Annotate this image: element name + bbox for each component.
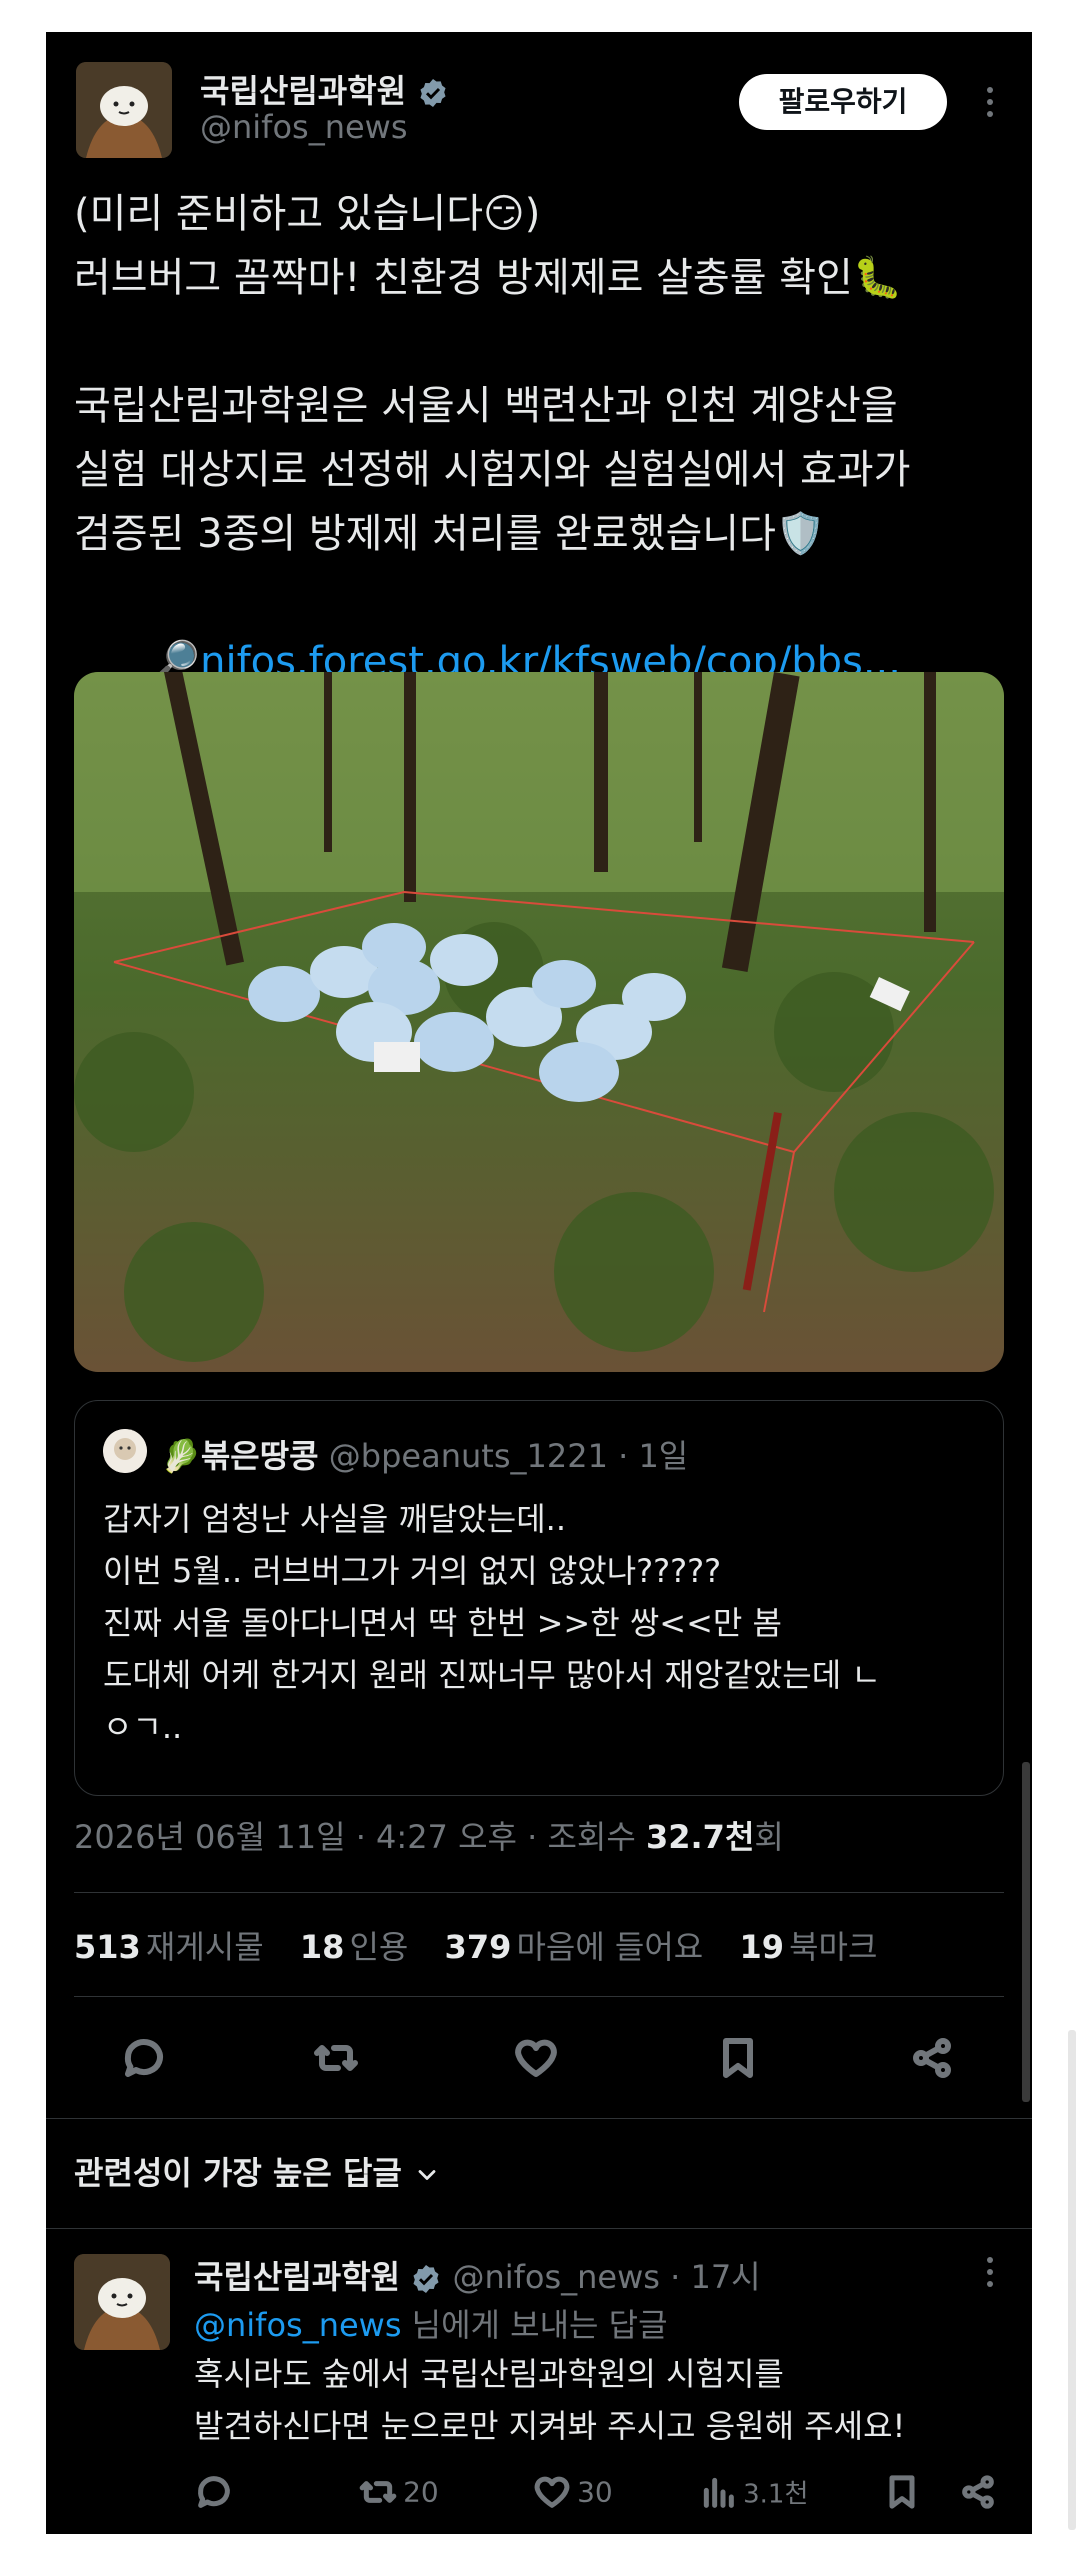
retweet-button[interactable]: [312, 2034, 360, 2086]
reply-author-name[interactable]: 국립산림과학원: [194, 2258, 400, 2296]
tweet-line: 러브버그 꼼짝마! 친환경 방제제로 살충률 확인🐛: [74, 255, 903, 301]
quote-header: 🥬볶은땅콩 @bpeanuts_1221 · 1일: [161, 1431, 688, 1477]
chevron-down-icon: [418, 2170, 436, 2180]
page-scrollbar[interactable]: [1068, 2030, 1076, 2530]
reply-button[interactable]: [120, 2034, 168, 2086]
more-icon[interactable]: [978, 84, 1002, 120]
reply-sort-label: 관련성이 가장 높은 답글: [74, 2154, 402, 2192]
reply-sort-dropdown[interactable]: 관련성이 가장 높은 답글: [74, 2148, 441, 2194]
tweet-line: (미리 준비하고 있습니다😏): [74, 191, 541, 237]
reply-time[interactable]: · 17시: [670, 2258, 761, 2296]
like-button[interactable]: [512, 2034, 560, 2086]
author-handle[interactable]: @nifos_news: [200, 108, 408, 146]
bookmark-button[interactable]: [714, 2034, 762, 2086]
retweet-icon: [359, 2481, 397, 2503]
view-count: 32.7천: [645, 1818, 755, 1856]
share-icon: [962, 2475, 994, 2509]
reply-view-count: 3.1천: [743, 2479, 809, 2510]
reply-body: 혹시라도 숲에서 국립산림과학원의 시험지를 발견하신다면 눈으로만 지켜봐 주…: [194, 2348, 1014, 2452]
tweet-line: 국립산림과학원은 서울시 백련산과 인천 계양산을: [74, 383, 898, 429]
tweet-line: 실험 대상지로 선정해 시험지와 실험실에서 효과가: [74, 447, 911, 493]
tweet-photo[interactable]: [74, 672, 1004, 1372]
reply-like-count: 30: [577, 2475, 613, 2509]
tweet-datetime[interactable]: 2026년 06월 11일 · 4:27 오후 · 조회수: [74, 1818, 646, 1856]
divider: [46, 2118, 1032, 2119]
author-avatar[interactable]: [76, 62, 172, 158]
views-icon: [703, 2477, 734, 2508]
scrollbar-thumb[interactable]: [1022, 1762, 1030, 2102]
retweet-icon: [314, 2045, 358, 2071]
divider: [74, 1996, 1004, 1997]
reply-line: 혹시라도 숲에서 국립산림과학원의 시험지를: [194, 2355, 784, 2393]
divider: [46, 2228, 1032, 2229]
quote-line: 진짜 서울 돌아다니면서 딱 한번 >>한 쌍<<만 봄: [103, 1604, 782, 1642]
author-name[interactable]: 국립산림과학원: [200, 72, 406, 110]
stat-bookmarks[interactable]: 19 북마크: [739, 1928, 877, 1966]
quote-line: ㅇㄱ..: [103, 1708, 183, 1746]
quote-body: 갑자기 엄청난 사실을 깨달았는데.. 이번 5월.. 러브버그가 거의 없지 …: [103, 1493, 983, 1753]
quote-line: 이번 5월.. 러브버그가 거의 없지 않았나?????: [103, 1552, 722, 1590]
reply-retweet-count: 20: [403, 2475, 439, 2509]
view-suffix: 회: [754, 1818, 784, 1856]
reply-views[interactable]: 3.1천: [698, 2472, 808, 2512]
bookmark-icon: [723, 2038, 753, 2078]
like-icon: [534, 2476, 570, 2508]
reply-context-suffix: 님에게 보내는 답글: [401, 2306, 668, 2344]
reply-share-button[interactable]: [958, 2472, 998, 2516]
verified-badge-icon: [413, 2265, 439, 2293]
quote-line: 도대체 어케 한거지 원래 진짜너무 많아서 재앙같았는데 ㄴ: [103, 1656, 881, 1694]
quote-line: 갑자기 엄청난 사실을 깨달았는데..: [103, 1500, 567, 1538]
reply-context: @nifos_news 님에게 보내는 답글: [194, 2300, 668, 2346]
reply-header: 국립산림과학원 @nifos_news · 17시: [194, 2252, 761, 2298]
tweet-line: [74, 310, 1004, 374]
follow-button[interactable]: 팔로우하기: [739, 74, 947, 130]
reply-icon: [198, 2476, 230, 2508]
quote-author-name[interactable]: 🥬볶은땅콩: [161, 1437, 319, 1475]
like-icon: [515, 2039, 557, 2077]
reply-reply-button[interactable]: [194, 2472, 234, 2516]
author-name-row[interactable]: 국립산림과학원: [200, 66, 449, 112]
reply-line: 발견하신다면 눈으로만 지켜봐 주시고 응원해 주세요!: [194, 2407, 906, 2445]
reply-retweet-button[interactable]: 20: [358, 2472, 439, 2512]
stat-quotes[interactable]: 18 인용: [300, 1928, 409, 1966]
quote-avatar[interactable]: [103, 1429, 147, 1473]
share-button[interactable]: [908, 2034, 956, 2086]
more-icon[interactable]: [978, 2254, 1002, 2290]
reply-mention[interactable]: @nifos_news: [194, 2306, 402, 2344]
verified-badge-icon: [420, 79, 446, 107]
reply-like-button[interactable]: 30: [532, 2472, 613, 2512]
quote-time[interactable]: · 1일: [618, 1437, 688, 1475]
share-icon: [913, 2038, 951, 2078]
tweet-detail-screen: 국립산림과학원 @nifos_news 팔로우하기 (미리 준비하고 있습니다😏…: [46, 32, 1032, 2534]
reply-icon: [124, 2039, 163, 2077]
quote-author-handle[interactable]: @bpeanuts_1221: [329, 1437, 608, 1475]
stat-likes[interactable]: 379 마음에 들어요: [445, 1928, 704, 1966]
bookmark-icon: [889, 2475, 915, 2509]
engagement-stats: 513 재게시물 18 인용 379 마음에 들어요 19 북마크: [74, 1922, 877, 1968]
tweet-meta: 2026년 06월 11일 · 4:27 오후 · 조회수 32.7천회: [74, 1812, 784, 1858]
divider: [74, 1892, 1004, 1893]
tweet-line: 검증된 3종의 방제제 처리를 완료했습니다🛡️: [74, 511, 826, 557]
reply-bookmark-button[interactable]: [882, 2472, 922, 2516]
reply-author-avatar[interactable]: [74, 2254, 170, 2350]
stat-reposts[interactable]: 513 재게시물: [74, 1928, 264, 1966]
quoted-tweet[interactable]: 🥬볶은땅콩 @bpeanuts_1221 · 1일 갑자기 엄청난 사실을 깨달…: [74, 1400, 1004, 1796]
reply-author-handle[interactable]: @nifos_news: [452, 2258, 660, 2296]
